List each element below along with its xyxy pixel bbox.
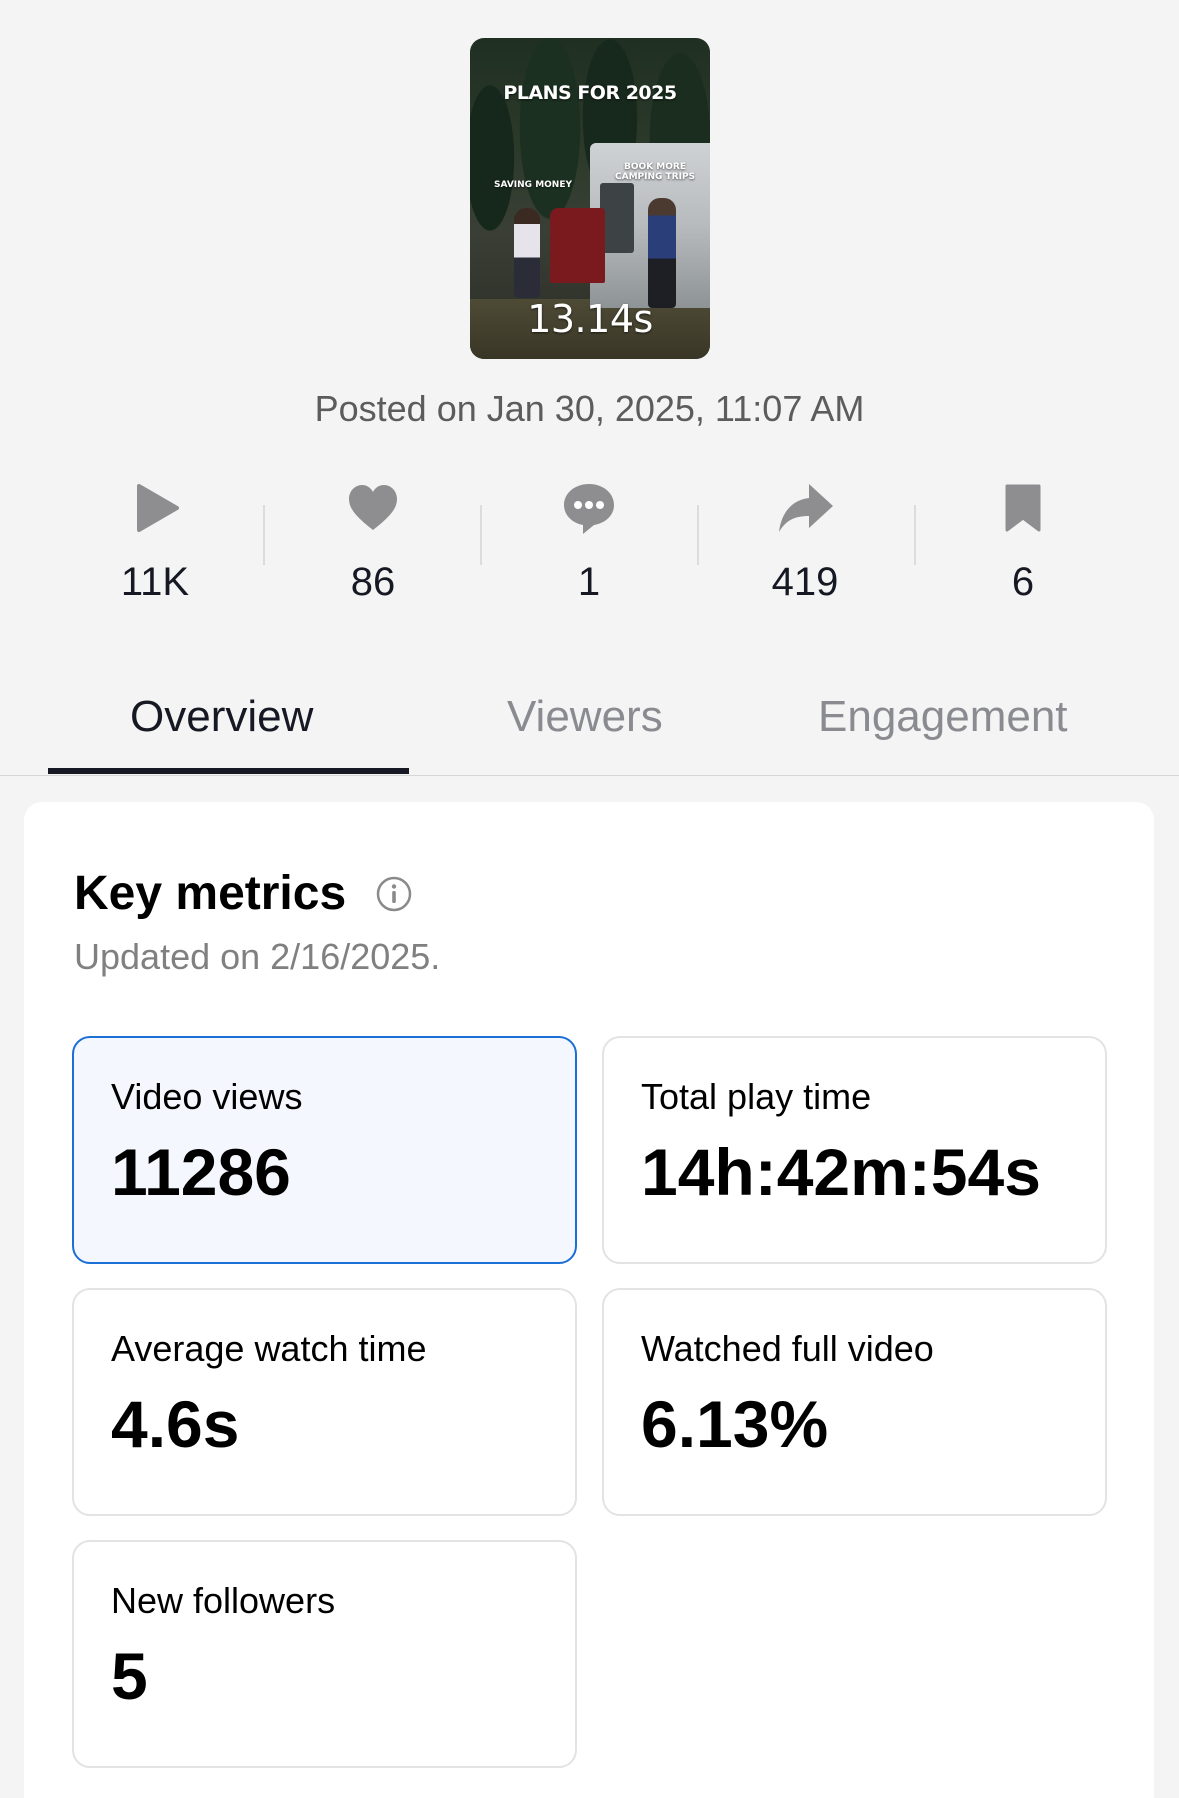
active-tab-indicator — [48, 768, 409, 774]
video-analytics-page: PLANS FOR 2025 SAVING MONEY BOOK MORE CA… — [0, 0, 1179, 1798]
metric-label: Video views — [111, 1076, 303, 1117]
stat-divider — [697, 505, 699, 565]
stats-row: 11K 86 1 419 6 — [0, 480, 1179, 620]
stat-divider — [914, 505, 916, 565]
key-metrics-card: Key metrics Updated on 2/16/2025. Video … — [24, 802, 1154, 1798]
stat-divider — [263, 505, 265, 565]
metric-video-views[interactable]: Video views 11286 — [72, 1036, 577, 1264]
metric-watched-full-video[interactable]: Watched full video 6.13% — [602, 1288, 1107, 1516]
metric-label: New followers — [111, 1580, 336, 1621]
thumbnail-label-right: BOOK MORE CAMPING TRIPS — [615, 162, 695, 182]
thumbnail-title: PLANS FOR 2025 — [503, 82, 677, 104]
stat-likes-value: 86 — [350, 560, 396, 604]
tab-engagement[interactable]: Engagement — [818, 692, 1068, 742]
stat-likes: 86 — [293, 480, 453, 605]
metric-label: Watched full video — [641, 1328, 934, 1369]
key-metrics-updated: Updated on 2/16/2025. — [74, 936, 441, 977]
metric-label: Total play time — [641, 1076, 872, 1117]
tab-viewers[interactable]: Viewers — [507, 692, 663, 742]
analytics-tabs: Overview Viewers Engagement — [0, 680, 1179, 776]
stat-shares: 419 — [725, 480, 885, 605]
stat-views-value: 11K — [120, 560, 190, 604]
thumbnail-person-right — [648, 198, 676, 308]
info-icon[interactable] — [376, 876, 412, 912]
posted-date: Posted on Jan 30, 2025, 11:07 AM — [314, 388, 865, 429]
stat-saves: 6 — [943, 480, 1103, 605]
key-metrics-title: Key metrics — [74, 867, 347, 920]
comment-icon — [509, 480, 669, 550]
metric-label: Average watch time — [111, 1328, 427, 1369]
thumbnail-label-right-line2: CAMPING TRIPS — [615, 172, 696, 182]
metric-total-play-time[interactable]: Total play time 14h:42m:54s — [602, 1036, 1107, 1264]
metric-value: 5 — [111, 1639, 148, 1713]
tab-overview[interactable]: Overview — [130, 692, 313, 742]
stat-comments: 1 — [509, 480, 669, 605]
video-duration: 13.14s — [527, 297, 653, 341]
heart-icon — [293, 480, 453, 550]
metric-value: 14h:42m:54s — [641, 1135, 1041, 1209]
thumbnail-label-left: SAVING MONEY — [494, 180, 573, 190]
stat-saves-value: 6 — [1011, 560, 1035, 604]
thumbnail-truck — [550, 208, 605, 283]
metric-value: 4.6s — [111, 1387, 240, 1461]
play-icon — [75, 480, 235, 550]
metric-value: 6.13% — [641, 1387, 829, 1461]
stat-comments-value: 1 — [577, 560, 601, 604]
metric-new-followers[interactable]: New followers 5 — [72, 1540, 577, 1768]
bookmark-icon — [943, 480, 1103, 550]
metric-average-watch-time[interactable]: Average watch time 4.6s — [72, 1288, 577, 1516]
stat-divider — [480, 505, 482, 565]
metric-value: 11286 — [111, 1135, 291, 1209]
stat-shares-value: 419 — [771, 560, 839, 604]
stat-views: 11K — [75, 480, 235, 605]
thumbnail-label-right-line1: BOOK MORE — [624, 162, 686, 172]
share-icon — [725, 480, 885, 550]
thumbnail-person-left — [514, 208, 540, 298]
video-thumbnail[interactable]: PLANS FOR 2025 SAVING MONEY BOOK MORE CA… — [470, 38, 710, 359]
